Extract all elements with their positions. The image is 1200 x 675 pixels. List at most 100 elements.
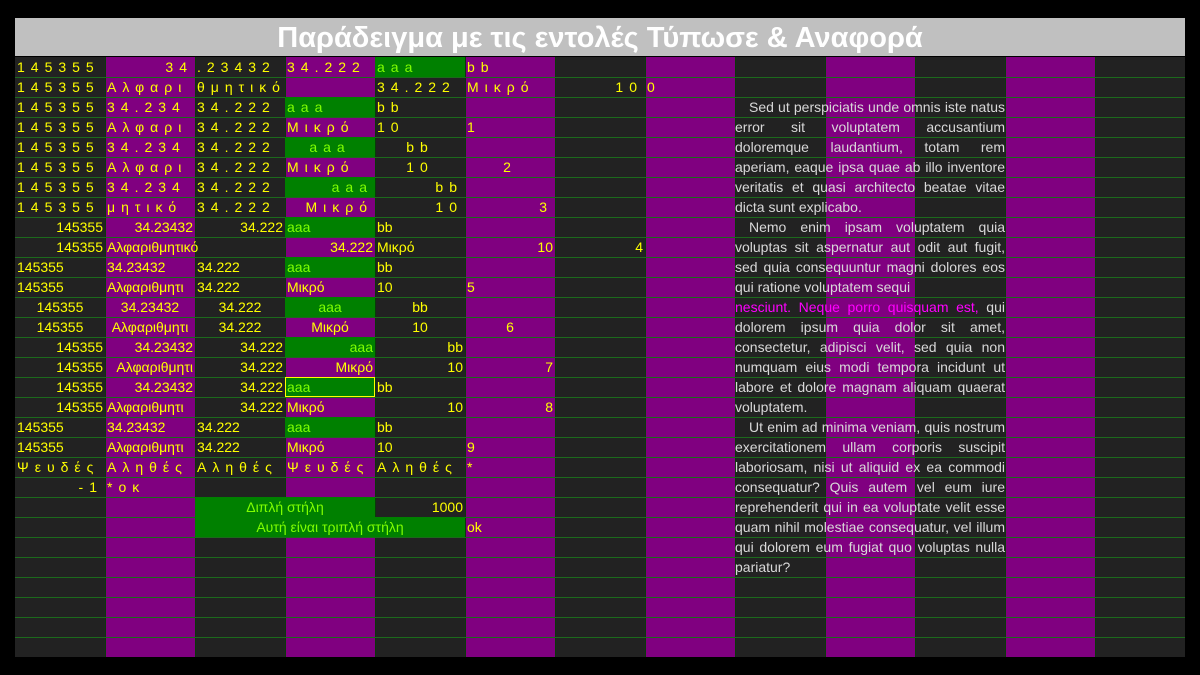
grid-cell: 34.222 bbox=[240, 379, 283, 395]
grid-cell: 1 bbox=[467, 119, 481, 135]
paragraph-text: qui dolorem ipsum quia dolor sit amet, c… bbox=[735, 299, 1005, 415]
grid-cell: bb bbox=[467, 59, 495, 75]
grid-cell: 10 bbox=[377, 279, 393, 295]
grid-cell: 34.222 bbox=[377, 79, 456, 95]
grid-cell: 10 bbox=[377, 119, 405, 135]
grid-cell: Αλφαριθμητι bbox=[116, 359, 193, 375]
grid-cell: bb bbox=[377, 259, 393, 275]
grid-cell: 145355 bbox=[17, 159, 100, 175]
grid-cell: 145355 bbox=[56, 379, 103, 395]
grid-cell: aaa bbox=[285, 137, 375, 157]
row-divider bbox=[15, 517, 1185, 518]
grid-cell: 10 bbox=[412, 319, 428, 335]
grid-cell: 9 bbox=[467, 439, 475, 455]
grid-cell: 4 bbox=[635, 239, 643, 255]
grid-cell: aaa bbox=[285, 297, 375, 317]
grid-cell: 10 bbox=[447, 359, 463, 375]
grid-cell: 34.222 bbox=[218, 319, 262, 335]
grid-cell: * bbox=[467, 459, 473, 475]
text-paragraph: Sed ut perspiciatis unde omnis iste natu… bbox=[735, 97, 1005, 217]
grid-cell: 34.234 bbox=[107, 139, 186, 155]
grid-cell: 145355 bbox=[17, 259, 64, 275]
grid-cell: 34.23432 bbox=[107, 419, 166, 435]
grid-cell: 34.234 bbox=[107, 99, 186, 115]
grid-cell: Μικρό bbox=[287, 119, 355, 135]
grid-cell: aaa bbox=[285, 257, 375, 277]
grid-cell: Μικρό bbox=[287, 159, 355, 175]
grid-cell: 2 bbox=[503, 159, 517, 175]
grid-cell: bb bbox=[377, 379, 393, 395]
grid-cell: Μικρό bbox=[311, 319, 349, 335]
grid-cell: aaa bbox=[285, 377, 375, 397]
row-divider bbox=[15, 617, 1185, 618]
grid-cell: 34 bbox=[165, 59, 193, 75]
grid-cell: 34.222 bbox=[197, 419, 240, 435]
grid-cell: 145355 bbox=[36, 299, 84, 315]
grid-cell: Αλφαρι bbox=[107, 159, 188, 175]
grid-cell: 34.222 bbox=[197, 279, 240, 295]
grid-cell: 34.222 bbox=[240, 339, 283, 355]
paragraph-text: Ut enim ad minima veniam, quis nostrum e… bbox=[735, 419, 1005, 575]
grid-cell: Αληθές bbox=[107, 459, 188, 475]
grid-cell: 34.222 bbox=[197, 159, 276, 175]
grid-cell: 145355 bbox=[17, 119, 100, 135]
text-paragraph: Nemo enim ipsam voluptatem quia voluptas… bbox=[735, 217, 1005, 297]
grid-cell: bb bbox=[377, 99, 405, 115]
row-divider bbox=[15, 597, 1185, 598]
grid-cell: aaa bbox=[375, 57, 465, 77]
grid-cell: Αλφαρι bbox=[107, 79, 188, 95]
grid-cell: aaa bbox=[285, 217, 375, 237]
grid-cell: 145355 bbox=[17, 179, 100, 195]
grid-cell: Αυτή είναι τριπλή στήλη bbox=[195, 517, 465, 537]
text-paragraph: nesciunt. Neque porro quisquam est, qui … bbox=[735, 297, 1005, 417]
grid-cell: 34.222 bbox=[197, 259, 240, 275]
grid-cell: Αλφαρι bbox=[107, 119, 188, 135]
grid-cell: aaa bbox=[285, 177, 375, 197]
highlighted-text: nesciunt. Neque porro quisquam est, bbox=[735, 299, 979, 315]
grid-cell: 145355 bbox=[36, 319, 84, 335]
grid-cell: 34.222 bbox=[218, 299, 262, 315]
grid-cell: Ψευδές bbox=[287, 459, 370, 475]
grid-cell: 145355 bbox=[17, 79, 100, 95]
row-divider bbox=[15, 557, 1185, 558]
grid-cell: 10 bbox=[615, 79, 643, 95]
grid-cell: Αληθές bbox=[377, 459, 458, 475]
grid-cell: aaa bbox=[285, 337, 375, 357]
grid-cell: 34.222 bbox=[197, 179, 276, 195]
grid-cell: ok bbox=[467, 519, 482, 535]
grid-cell: 145355 bbox=[56, 339, 103, 355]
grid-cell: Αλφαριθμητι bbox=[107, 399, 184, 415]
row-divider bbox=[15, 497, 1185, 498]
grid-cell: 34.222 bbox=[240, 399, 283, 415]
grid-cell: 145355 bbox=[56, 219, 103, 235]
grid-cell: 145355 bbox=[56, 359, 103, 375]
grid-cell: 10 bbox=[537, 239, 553, 255]
grid-cell: aaa bbox=[285, 417, 375, 437]
row-divider bbox=[15, 537, 1185, 538]
grid-cell: 145355 bbox=[17, 59, 100, 75]
grid-cell: 34.222 bbox=[197, 139, 276, 155]
grid-cell: 145355 bbox=[17, 419, 64, 435]
page-title: Παράδειγμα με τις εντολές Τύπωσε & Αναφο… bbox=[15, 18, 1185, 56]
grid-cell: 145355 bbox=[17, 199, 100, 215]
grid-cell: bb bbox=[377, 419, 393, 435]
grid-cell: 10 bbox=[435, 199, 463, 215]
grid-cell: 34.222 bbox=[240, 219, 283, 235]
grid-cell: Αλφαριθμητικό bbox=[107, 239, 199, 255]
grid-cell: 34.234 bbox=[107, 179, 186, 195]
grid-cell: bb bbox=[406, 139, 434, 155]
grid-cell: Μικρό bbox=[287, 279, 325, 295]
grid-cell: 34.222 bbox=[240, 359, 283, 375]
grid-cell: .23432 bbox=[197, 59, 276, 75]
grid-cell: 34.222 bbox=[287, 59, 366, 75]
grid-cell: 145355 bbox=[17, 279, 64, 295]
grid-cell: 34.23432 bbox=[134, 379, 193, 395]
grid-cell: 145355 bbox=[17, 439, 64, 455]
grid-cell: bb bbox=[447, 339, 463, 355]
grid-cell: Μικρό bbox=[305, 199, 373, 215]
grid-cell: 145355 bbox=[56, 239, 103, 255]
grid-cell: Μικρό bbox=[335, 359, 373, 375]
grid-cell: bb bbox=[412, 299, 428, 315]
grid-cell: 34.23432 bbox=[107, 259, 166, 275]
grid-cell: 10 bbox=[406, 159, 434, 175]
